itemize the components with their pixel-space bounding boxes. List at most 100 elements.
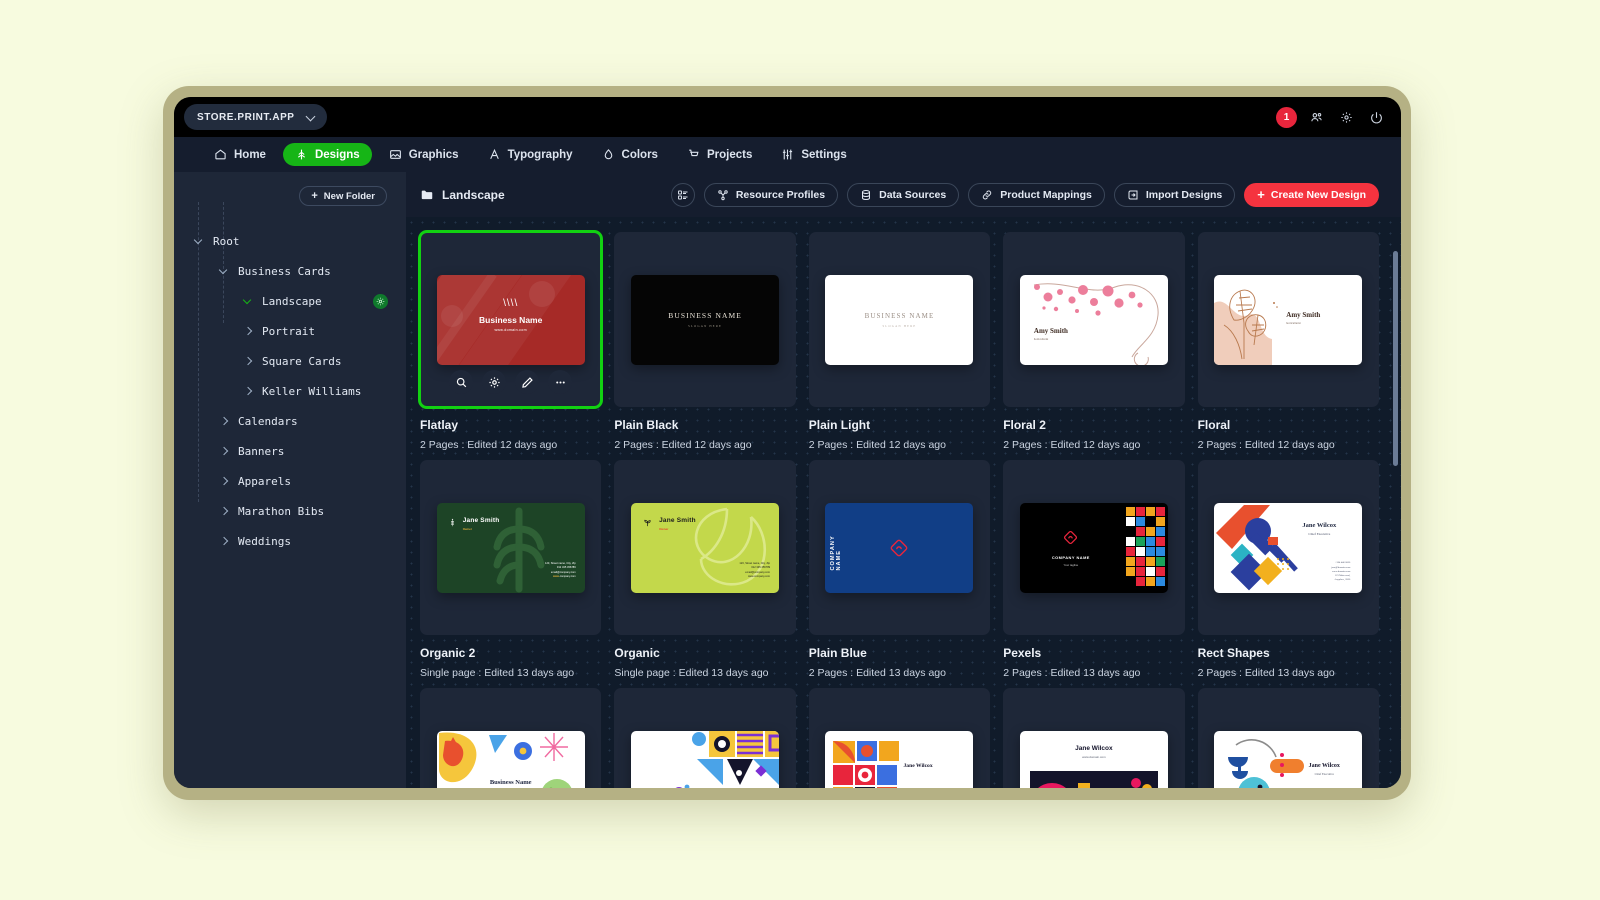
nav-label: Graphics xyxy=(408,148,459,161)
design-thumbnail: Jane Wilcox Chief Executive xyxy=(1197,688,1379,788)
card-subtitle: Owner xyxy=(462,526,473,531)
chevron-down-icon xyxy=(244,297,252,305)
chevron-down-icon xyxy=(220,267,228,275)
toolbar-actions: Resource Profiles Data Sources Product M… xyxy=(670,182,1379,207)
nav-label: Projects xyxy=(706,148,753,161)
gear-icon[interactable] xyxy=(482,370,507,394)
nav-item-colors[interactable]: Colors xyxy=(590,143,670,166)
design-card-plain-light[interactable]: BUSINESS NAME SLOGAN HERE Plain Light 2 … xyxy=(808,232,991,451)
design-thumbnail: COMPANY NAME xyxy=(808,460,991,635)
tree-item-landscape[interactable]: Landscape xyxy=(174,286,406,316)
nav-item-settings[interactable]: Settings xyxy=(769,143,858,166)
vertical-scrollbar[interactable] xyxy=(1393,251,1398,466)
design-card-organic-2[interactable]: Jane Smith Owner 123, Street name, City,… xyxy=(420,460,602,679)
nav-item-typography[interactable]: Typography xyxy=(476,143,585,166)
tree-item-portrait[interactable]: Portrait xyxy=(174,316,406,346)
create-new-design-button[interactable]: + Create New Design xyxy=(1244,182,1379,207)
breadcrumb-label: Landscape xyxy=(442,187,505,202)
more-icon[interactable] xyxy=(548,370,573,394)
card-art-floral2: Amy Smith horticulturist xyxy=(1019,274,1168,365)
tree-item-calendars[interactable]: Calendars xyxy=(174,406,406,436)
design-card-flatlay[interactable]: \\\\ Business Name www.domain.com Flatla… xyxy=(417,230,604,451)
card-title: BUSINESS NAME xyxy=(864,311,935,320)
workspace-switcher[interactable]: STORE.PRINT.APP xyxy=(184,104,327,130)
folder-icon xyxy=(421,190,433,199)
resource-profiles-button[interactable]: Resource Profiles xyxy=(703,182,839,207)
data-sources-button[interactable]: Data Sources xyxy=(847,182,960,207)
design-thumbnail: \\\\ Business Name www.domain.com xyxy=(417,230,604,409)
list-view-icon[interactable] xyxy=(670,182,695,207)
design-card-pop[interactable]: Jane Wilcox www.domain.com xyxy=(1003,688,1185,788)
design-card-confetti[interactable]: Business Name Slogan xyxy=(420,688,602,788)
card-art-plain-blue: COMPANY NAME xyxy=(825,502,974,593)
button-label: Import Designs xyxy=(1145,188,1223,201)
plus-icon: + xyxy=(311,189,318,202)
tree-item-apparels[interactable]: Apparels xyxy=(174,466,406,496)
card-art-confetti: Business Name Slogan xyxy=(436,730,585,788)
design-card-floral[interactable]: Amy Smith horticulturist Floral 2 Pages … xyxy=(1197,232,1379,451)
card-meta: 2 Pages : Edited 12 days ago xyxy=(1197,439,1335,451)
nav-item-designs[interactable]: Designs xyxy=(282,143,372,166)
import-designs-button[interactable]: Import Designs xyxy=(1113,182,1236,207)
design-grid-scroll[interactable]: \\\\ Business Name www.domain.com Flatla… xyxy=(406,217,1401,788)
design-card-floral-2[interactable]: Amy Smith horticulturist Floral 2 2 Page… xyxy=(1003,232,1185,451)
design-card-memphis[interactable]: Business Name xyxy=(614,688,796,788)
notification-badge[interactable]: 1 xyxy=(1276,106,1297,128)
nav-item-projects[interactable]: Projects xyxy=(675,143,764,166)
tree-label: Keller Williams xyxy=(262,384,362,398)
tree-label: Banners xyxy=(238,444,285,458)
home-icon xyxy=(215,149,226,160)
card-meta: 2 Pages : Edited 13 days ago xyxy=(1003,667,1141,679)
design-card-organic[interactable]: Jane Smith Owner 123, Street name, City,… xyxy=(614,460,796,679)
tree-label: Portrait xyxy=(262,324,315,338)
design-card-plain-blue[interactable]: COMPANY NAME Plain Blue 2 Pages : Edited… xyxy=(808,460,991,679)
card-action-bar xyxy=(420,370,601,394)
card-title: Jane Smith xyxy=(462,516,500,524)
new-folder-button[interactable]: + New Folder xyxy=(299,186,387,206)
gear-icon[interactable] xyxy=(1336,107,1357,128)
content-toolbar: Landscape Resource Profiles Data Sources… xyxy=(406,172,1401,217)
nav-label: Typography xyxy=(507,148,573,161)
button-label: Resource Profiles xyxy=(735,188,826,201)
card-subtitle: horticulturist xyxy=(1286,321,1301,325)
card-subtitle: Chief Executive xyxy=(1314,771,1334,776)
tree-item-keller-williams[interactable]: Keller Williams xyxy=(174,376,406,406)
design-thumbnail: Amy Smith horticulturist xyxy=(1197,232,1379,407)
tree-label: Business Cards xyxy=(238,264,331,278)
tree-item-business-cards[interactable]: Business Cards xyxy=(174,256,406,286)
power-icon[interactable] xyxy=(1366,107,1387,128)
tree-item-weddings[interactable]: Weddings xyxy=(174,526,406,556)
tree-item-marathon-bibs[interactable]: Marathon Bibs xyxy=(174,496,406,526)
tree-item-root[interactable]: Root xyxy=(174,226,406,256)
design-thumbnail: BUSINESS NAME SLOGAN HERE xyxy=(614,232,796,407)
nav-item-graphics[interactable]: Graphics xyxy=(377,143,471,166)
chevron-right-icon xyxy=(220,447,228,455)
main-panel: Landscape Resource Profiles Data Sources… xyxy=(406,172,1401,788)
top-bar: STORE.PRINT.APP 1 xyxy=(174,97,1401,137)
tree-item-banners[interactable]: Banners xyxy=(174,436,406,466)
card-title: Floral 2 xyxy=(1003,418,1046,432)
design-card-pexels[interactable]: COMPANY NAME Your tagline Pexels 2 Pages… xyxy=(1003,460,1185,679)
design-thumbnail: Amy Smith horticulturist xyxy=(1003,232,1185,407)
nav-label: Home xyxy=(234,148,266,161)
design-thumbnail: COMPANY NAME Your tagline xyxy=(1003,460,1185,635)
search-icon[interactable] xyxy=(449,370,474,394)
main-nav: Home Designs Graphics Typography Colors … xyxy=(174,137,1401,172)
design-card-plain-black[interactable]: BUSINESS NAME SLOGAN HERE Plain Black 2 … xyxy=(614,232,796,451)
nav-item-home[interactable]: Home xyxy=(202,143,278,166)
tree-label: Square Cards xyxy=(262,354,342,368)
card-title: Floral xyxy=(1197,418,1231,432)
tree-item-square-cards[interactable]: Square Cards xyxy=(174,346,406,376)
workspace-label: STORE.PRINT.APP xyxy=(197,111,295,123)
design-card-rect-shapes[interactable]: Jane Wilcox Chief Executive +264 446 000… xyxy=(1197,460,1379,679)
product-mappings-button[interactable]: Product Mappings xyxy=(968,182,1105,207)
pencil-icon[interactable] xyxy=(515,370,540,394)
users-icon[interactable] xyxy=(1306,107,1327,128)
button-label: Create New Design xyxy=(1270,188,1366,201)
new-folder-row: + New Folder xyxy=(174,186,406,206)
design-card-abstract[interactable]: Jane Wilcox Chief Executive xyxy=(1197,688,1379,788)
card-title: Business Name xyxy=(489,778,532,786)
design-card-mosaic[interactable]: Jane Wilcox xyxy=(808,688,991,788)
folder-settings-gear-icon[interactable] xyxy=(373,293,388,309)
top-bar-actions: 1 xyxy=(1276,106,1387,128)
